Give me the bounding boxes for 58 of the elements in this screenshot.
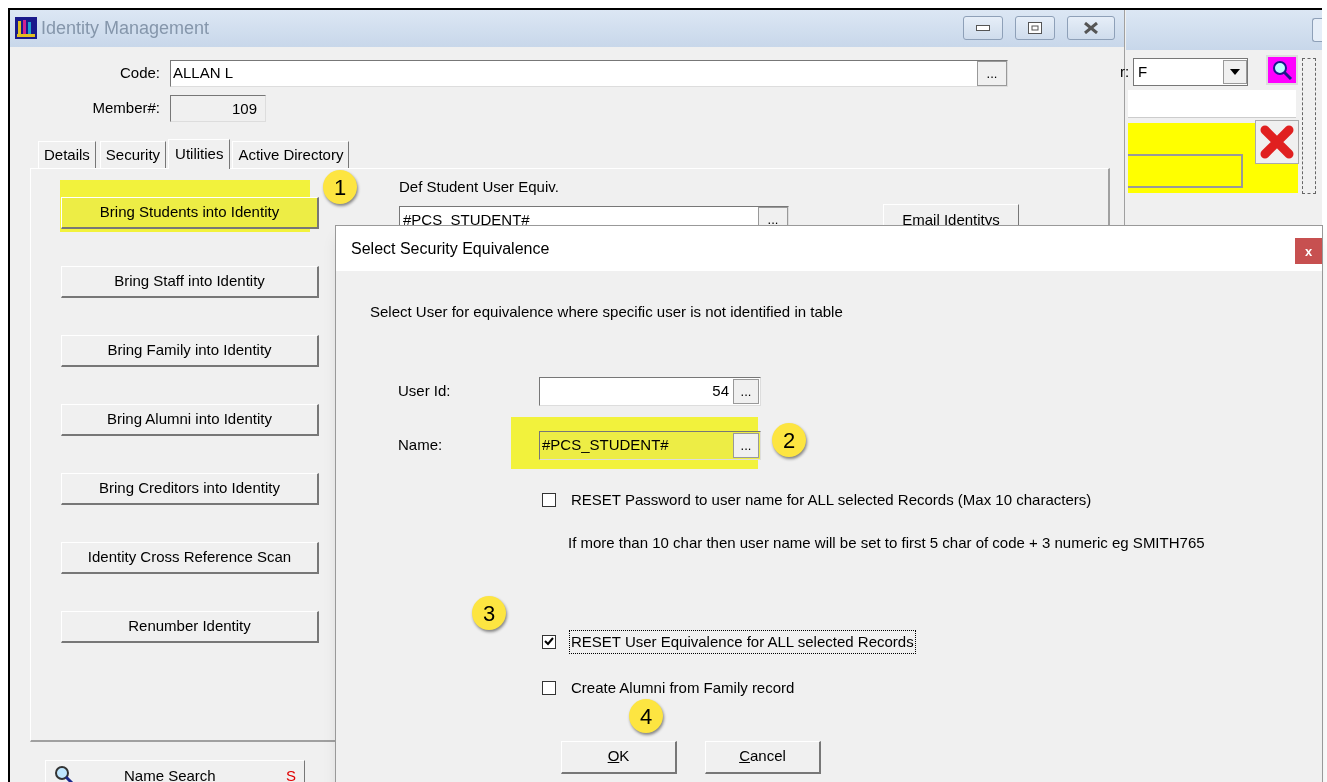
search-icon bbox=[54, 765, 74, 782]
restore-icon bbox=[1028, 22, 1042, 35]
checkbox[interactable] bbox=[542, 681, 556, 696]
utility-button[interactable]: Bring Staff into Identity bbox=[61, 265, 319, 298]
search-icon bbox=[1271, 59, 1293, 81]
field-label: Name: bbox=[398, 434, 444, 455]
browse-button[interactable]: ... bbox=[733, 432, 759, 458]
tab[interactable]: Active Directory bbox=[232, 140, 350, 168]
field-label: User Id: bbox=[398, 380, 452, 401]
close-icon bbox=[1259, 124, 1295, 160]
browse-button[interactable]: ... bbox=[977, 60, 1007, 86]
minimize-button[interactable] bbox=[963, 16, 1003, 41]
user-id-field[interactable]: 54 ... bbox=[539, 376, 761, 406]
tab[interactable]: Utilities bbox=[168, 138, 231, 169]
utility-button[interactable]: Bring Alumni into Identity bbox=[61, 403, 319, 436]
checkbox-label[interactable]: Create Alumni from Family record bbox=[569, 676, 797, 701]
utility-button[interactable]: Bring Family into Identity bbox=[61, 334, 319, 367]
field-label: Member#: bbox=[91, 98, 160, 119]
tab[interactable]: Details bbox=[38, 140, 96, 168]
close-icon bbox=[1083, 22, 1099, 35]
window-title: Identity Management bbox=[41, 16, 210, 40]
utility-button[interactable]: Bring Creditors into Identity bbox=[61, 472, 319, 505]
field-value: ALLAN L bbox=[172, 63, 235, 84]
close-button[interactable] bbox=[1067, 16, 1115, 41]
maximize-button[interactable] bbox=[1015, 16, 1055, 41]
checkbox[interactable] bbox=[542, 634, 556, 649]
checkbox-label[interactable]: RESET User Equivalence for ALL selected Records bbox=[569, 629, 916, 654]
name-field[interactable]: #PCS_STUDENT# ... bbox=[539, 430, 761, 460]
field-value: #PCS_STUDENT# bbox=[541, 434, 670, 455]
field-value: 54 bbox=[711, 380, 730, 401]
field-value: #PCS_STUDENT# bbox=[402, 209, 531, 230]
utility-button[interactable]: Bring Students into Identity bbox=[61, 196, 319, 229]
dialog-title: Select Security Equivalence bbox=[351, 238, 550, 259]
checkbox[interactable] bbox=[542, 492, 556, 507]
delete-button[interactable] bbox=[1255, 120, 1299, 164]
field-label: Def Student User Equiv. bbox=[399, 176, 560, 197]
dialog-button[interactable]: Cancel bbox=[705, 740, 821, 774]
utility-button[interactable]: Identity Cross Reference Scan bbox=[61, 541, 319, 574]
instruction-text: Select User for equivalence where specific user is not identified in table bbox=[370, 302, 844, 322]
text-field[interactable] bbox=[1128, 154, 1243, 188]
close-button[interactable]: x bbox=[1295, 238, 1322, 264]
browse-button[interactable]: ... bbox=[733, 378, 759, 404]
code-field[interactable]: ALLAN L ... bbox=[170, 59, 1008, 87]
text-field[interactable] bbox=[1128, 90, 1296, 118]
dropdown[interactable]: F bbox=[1133, 58, 1248, 86]
checkbox-label[interactable]: RESET Password to user name for ALL selected Records (Max 10 characters) bbox=[569, 487, 1094, 512]
tab[interactable]: Security bbox=[99, 140, 167, 168]
minimize-icon bbox=[976, 25, 990, 32]
member-number-field: 109 bbox=[170, 94, 266, 122]
utility-button[interactable]: Renumber Identity bbox=[61, 610, 319, 643]
field-label: Code: bbox=[118, 63, 160, 84]
dropdown-arrow-icon bbox=[1230, 69, 1240, 75]
field-label: r: bbox=[1120, 62, 1130, 82]
name-search-button[interactable]: Name Search S bbox=[45, 760, 305, 782]
note-text: If more than 10 char then user name will be set to first 5 char of code + 3 numeric eg SMITH765 bbox=[568, 533, 1206, 553]
app-icon bbox=[15, 17, 37, 40]
dialog-button[interactable]: OK bbox=[561, 740, 677, 774]
search-button[interactable] bbox=[1266, 55, 1298, 85]
